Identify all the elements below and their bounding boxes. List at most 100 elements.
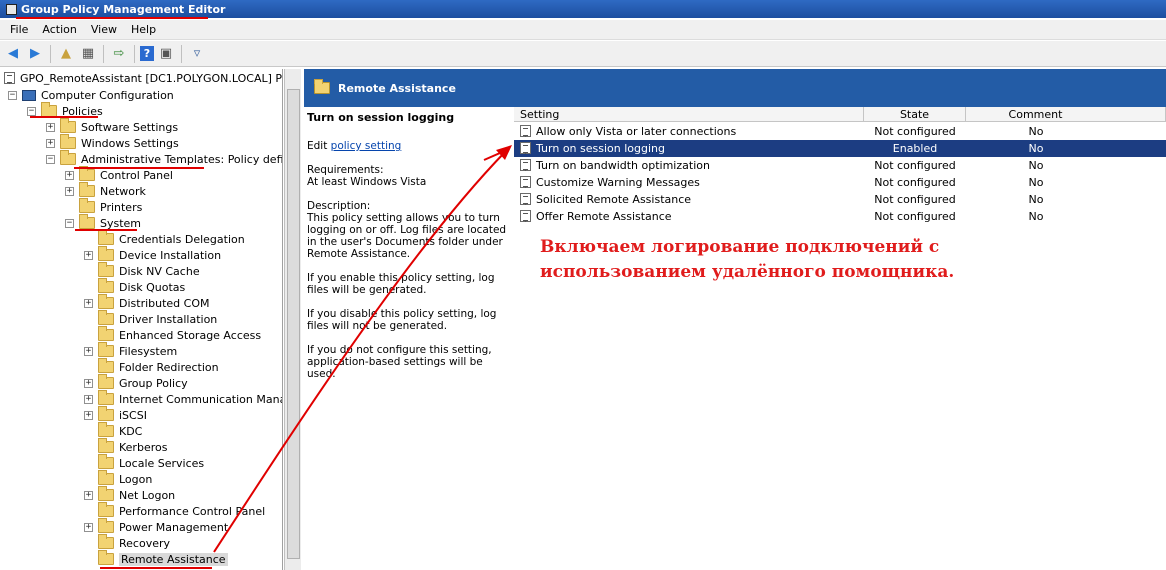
tree-system-child[interactable]: Disk NV Cache <box>98 262 200 279</box>
folder-icon <box>98 246 114 261</box>
scrollbar-thumb[interactable] <box>287 89 300 559</box>
help-icon[interactable]: ? <box>140 46 154 61</box>
setting-state: Not configured <box>874 176 956 189</box>
tree-administrative-templates[interactable]: − Administrative Templates: Policy defin… <box>46 150 282 167</box>
tree-system-child[interactable]: Remote Assistance <box>98 550 228 567</box>
tree-system-child[interactable]: + Net Logon <box>84 486 176 503</box>
tree-label: Remote Assistance <box>119 552 228 566</box>
collapse-icon[interactable]: − <box>8 90 17 100</box>
expand-icon[interactable]: + <box>84 522 93 532</box>
folder-icon <box>98 406 114 421</box>
tree-system-child[interactable]: + Device Installation <box>84 246 221 263</box>
tree-root[interactable]: GPO_RemoteAssistant [DC1.POLYGON.LOCAL] … <box>4 70 283 86</box>
collapse-icon[interactable]: − <box>65 218 74 228</box>
not-configured-text: If you do not configure this setting, ap… <box>307 344 492 380</box>
setting-row[interactable]: Customize Warning Messages Not configured… <box>514 174 1166 191</box>
export-list-icon[interactable]: ⇨ <box>109 44 129 64</box>
setting-row[interactable]: Allow only Vista or later connections Not… <box>514 123 1166 140</box>
expand-icon[interactable]: + <box>84 346 93 356</box>
tree-label: Recovery <box>119 536 171 550</box>
tree-windows-settings[interactable]: + Windows Settings <box>46 134 179 151</box>
up-folder-icon[interactable]: ▲ <box>56 44 76 64</box>
tree-system-child[interactable]: + Filesystem <box>84 342 177 359</box>
tree-system-child[interactable]: + Distributed COM <box>84 294 210 311</box>
tree-computer-configuration[interactable]: − Computer Configuration <box>8 87 174 103</box>
annotation-underline <box>30 116 98 118</box>
column-header-state[interactable]: State <box>864 107 966 122</box>
tree-system-child[interactable]: Enhanced Storage Access <box>98 326 261 343</box>
folder-icon <box>98 342 114 357</box>
menu-help[interactable]: Help <box>124 23 163 36</box>
edit-policy-link[interactable]: policy setting <box>331 140 402 152</box>
tree-scrollbar[interactable] <box>284 69 301 570</box>
console-tree[interactable]: GPO_RemoteAssistant [DC1.POLYGON.LOCAL] … <box>0 69 283 570</box>
column-header-setting[interactable]: Setting <box>514 107 864 122</box>
expand-icon[interactable]: + <box>84 378 93 388</box>
tree-label: Net Logon <box>119 488 176 502</box>
tree-system-child[interactable]: + Power Management <box>84 518 229 535</box>
tree-control-panel[interactable]: + Control Panel <box>65 166 173 183</box>
tree-system-child[interactable]: + iSCSI <box>84 406 147 423</box>
expand-icon[interactable]: + <box>84 250 93 260</box>
expand-icon[interactable]: + <box>46 122 55 132</box>
filter-icon[interactable]: ▿ <box>187 44 207 64</box>
title-bar[interactable]: Group Policy Management Editor <box>0 0 1166 18</box>
tree-system-child[interactable]: Driver Installation <box>98 310 217 327</box>
tree-software-settings[interactable]: + Software Settings <box>46 118 178 135</box>
tree-system-child[interactable]: + Group Policy <box>84 374 188 391</box>
folder-icon <box>79 182 95 197</box>
expand-icon[interactable]: + <box>65 186 74 196</box>
tree-system-child[interactable]: Folder Redirection <box>98 358 219 375</box>
tree-printers[interactable]: Printers <box>79 198 142 215</box>
expand-icon[interactable]: + <box>84 298 93 308</box>
setting-row[interactable]: Turn on session logging Enabled No <box>514 140 1166 157</box>
tree-system-child[interactable]: Disk Quotas <box>98 278 185 295</box>
folder-icon <box>98 422 114 437</box>
tree-system-child[interactable]: + Internet Communication Management <box>84 390 282 407</box>
tree-label: Kerberos <box>119 440 168 454</box>
expand-icon[interactable]: + <box>84 410 93 420</box>
folder-icon <box>60 134 76 149</box>
expand-icon[interactable]: + <box>46 138 55 148</box>
collapse-icon[interactable]: − <box>27 106 36 116</box>
expand-icon[interactable]: + <box>84 394 93 404</box>
tree-label: Windows Settings <box>81 136 179 150</box>
details-header-title: Remote Assistance <box>338 81 456 95</box>
tree-system-child[interactable]: Logon <box>98 470 153 487</box>
tree-system-child[interactable]: Kerberos <box>98 438 168 455</box>
tree-label: Logon <box>119 472 153 486</box>
tree-system-child[interactable]: Recovery <box>98 534 171 551</box>
tree-system-child[interactable]: Credentials Delegation <box>98 230 245 247</box>
tree-system-child[interactable]: Locale Services <box>98 454 204 471</box>
tree-network[interactable]: + Network <box>65 182 146 199</box>
collapse-icon[interactable]: − <box>46 154 55 164</box>
menu-view[interactable]: View <box>84 23 124 36</box>
folder-icon <box>98 534 114 549</box>
description-text: This policy setting allows you to turn l… <box>307 212 507 260</box>
menu-action[interactable]: Action <box>35 23 83 36</box>
setting-row[interactable]: Offer Remote Assistance Not configured No <box>514 208 1166 225</box>
back-arrow-icon[interactable]: ◀ <box>3 44 23 64</box>
expand-icon[interactable]: + <box>84 490 93 500</box>
tree-label: Power Management <box>119 520 229 534</box>
properties-icon[interactable]: ▣ <box>156 44 176 64</box>
setting-name: Solicited Remote Assistance <box>536 193 692 206</box>
forward-arrow-icon[interactable]: ▶ <box>25 44 45 64</box>
tree-label: Folder Redirection <box>119 360 219 374</box>
column-header-comment[interactable]: Comment <box>966 107 1166 122</box>
folder-icon <box>98 326 114 341</box>
folder-icon <box>98 518 114 533</box>
expand-icon[interactable]: + <box>65 170 74 180</box>
settings-list[interactable]: Setting State Comment Allow only Vista o… <box>514 107 1166 570</box>
setting-row[interactable]: Turn on bandwidth optimization Not config… <box>514 157 1166 174</box>
tree-label: Internet Communication Management <box>119 392 282 406</box>
menu-file[interactable]: File <box>3 23 35 36</box>
tree-label: Distributed COM <box>119 296 210 310</box>
setting-row[interactable]: Solicited Remote Assistance Not configure… <box>514 191 1166 208</box>
tree-root-label: GPO_RemoteAssistant [DC1.POLYGON.LOCAL] … <box>20 71 283 85</box>
show-hide-tree-icon[interactable]: ▦ <box>78 44 98 64</box>
tree-system-child[interactable]: Performance Control Panel <box>98 502 265 519</box>
requirements-label: Requirements: <box>307 164 384 176</box>
folder-icon <box>98 390 114 405</box>
tree-system-child[interactable]: KDC <box>98 422 142 439</box>
